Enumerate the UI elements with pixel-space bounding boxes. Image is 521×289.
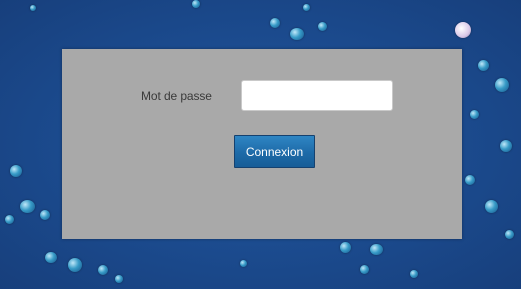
water-bubble (240, 260, 247, 267)
water-bubble (465, 175, 475, 185)
water-bubble (192, 0, 200, 8)
water-bubble (495, 78, 509, 92)
water-bubble (40, 210, 50, 220)
water-bubble (410, 270, 418, 278)
water-bubble (485, 200, 498, 213)
water-bubble (303, 4, 310, 11)
water-bubble (455, 22, 471, 38)
water-bubble (505, 230, 514, 239)
water-bubble (290, 28, 304, 40)
water-bubble (470, 110, 479, 119)
water-bubble (270, 18, 280, 28)
water-bubble (318, 22, 327, 31)
login-panel: Mot de passe Connexion (62, 49, 462, 239)
water-bubble (98, 265, 108, 275)
login-button[interactable]: Connexion (234, 135, 315, 168)
water-bubble (370, 244, 383, 255)
water-bubble (45, 252, 57, 263)
water-bubble (115, 275, 123, 283)
password-label: Mot de passe (141, 89, 212, 103)
water-bubble (500, 140, 512, 152)
water-bubble (360, 265, 369, 274)
water-bubble (20, 200, 35, 213)
water-bubble (10, 165, 22, 177)
water-bubble (340, 242, 351, 253)
water-bubble (478, 60, 489, 71)
water-bubble (68, 258, 82, 272)
password-input[interactable] (241, 80, 393, 111)
water-bubble (5, 215, 14, 224)
water-bubble (30, 5, 36, 11)
